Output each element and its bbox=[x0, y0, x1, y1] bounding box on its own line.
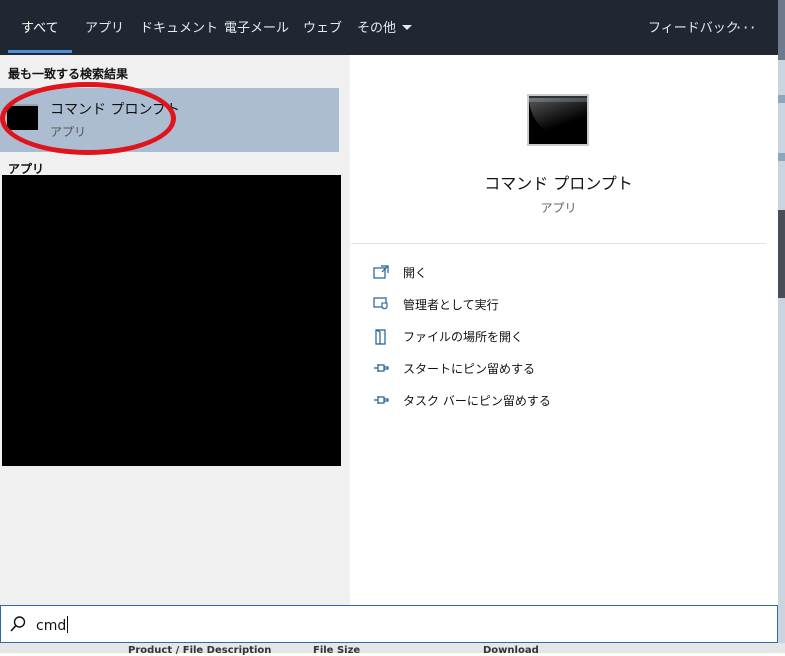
tab-all[interactable]: すべて bbox=[8, 0, 72, 55]
chevron-down-icon bbox=[402, 25, 413, 30]
file-location-icon bbox=[375, 329, 386, 345]
tab-email[interactable]: 電子メール bbox=[224, 0, 289, 55]
tab-more-label: その他 bbox=[357, 21, 397, 36]
best-match-heading: 最も一致する検索結果 bbox=[8, 67, 129, 81]
tab-documents[interactable]: ドキュメント bbox=[140, 0, 218, 55]
tab-more-dropdown[interactable]: その他 bbox=[357, 0, 413, 55]
detail-title: コマンド プロンプト bbox=[484, 174, 633, 193]
tab-apps[interactable]: アプリ bbox=[85, 0, 124, 55]
open-icon bbox=[373, 265, 389, 279]
text-cursor bbox=[67, 616, 69, 633]
feedback-button[interactable]: フィードバック bbox=[648, 0, 739, 55]
pin-icon bbox=[374, 396, 389, 404]
search-input[interactable]: cmd bbox=[0, 605, 778, 643]
search-icon bbox=[10, 616, 26, 632]
action-open-file-location-label: ファイルの場所を開く bbox=[403, 330, 524, 344]
column-header-download: Download bbox=[483, 645, 539, 656]
pin-icon bbox=[374, 364, 389, 372]
background-page-header: Product / File Description File Size Dow… bbox=[0, 643, 785, 656]
search-query-text: cmd bbox=[36, 616, 69, 634]
detail-subtitle: アプリ bbox=[540, 201, 577, 215]
tab-web[interactable]: ウェブ bbox=[303, 0, 342, 55]
action-pin-to-start-label: スタートにピン留めする bbox=[403, 362, 536, 376]
action-pin-to-taskbar-label: タスク バーにピン留めする bbox=[403, 394, 551, 408]
action-open-label: 開く bbox=[403, 266, 428, 280]
search-filter-bar: すべて アプリ ドキュメント 電子メール ウェブ その他 フィードバック ··· bbox=[0, 0, 778, 55]
results-pane: 最も一致する検索結果 コマンド プロンプト アプリ アプリ bbox=[0, 55, 350, 605]
more-options-button[interactable]: ··· bbox=[736, 0, 757, 55]
app-results-area bbox=[2, 175, 341, 466]
command-prompt-icon bbox=[527, 94, 589, 146]
column-header-product: Product / File Description bbox=[128, 645, 272, 656]
action-run-as-admin-label: 管理者として実行 bbox=[403, 298, 499, 312]
highlight-circle bbox=[0, 82, 176, 155]
column-header-file-size: File Size bbox=[313, 645, 361, 656]
divider bbox=[351, 243, 766, 244]
background-window-edge bbox=[778, 0, 785, 653]
detail-pane: コマンド プロンプト アプリ 開く 管理者として実行 ファイルの場所を開く スタ… bbox=[351, 68, 766, 605]
run-as-admin-icon bbox=[373, 297, 388, 310]
